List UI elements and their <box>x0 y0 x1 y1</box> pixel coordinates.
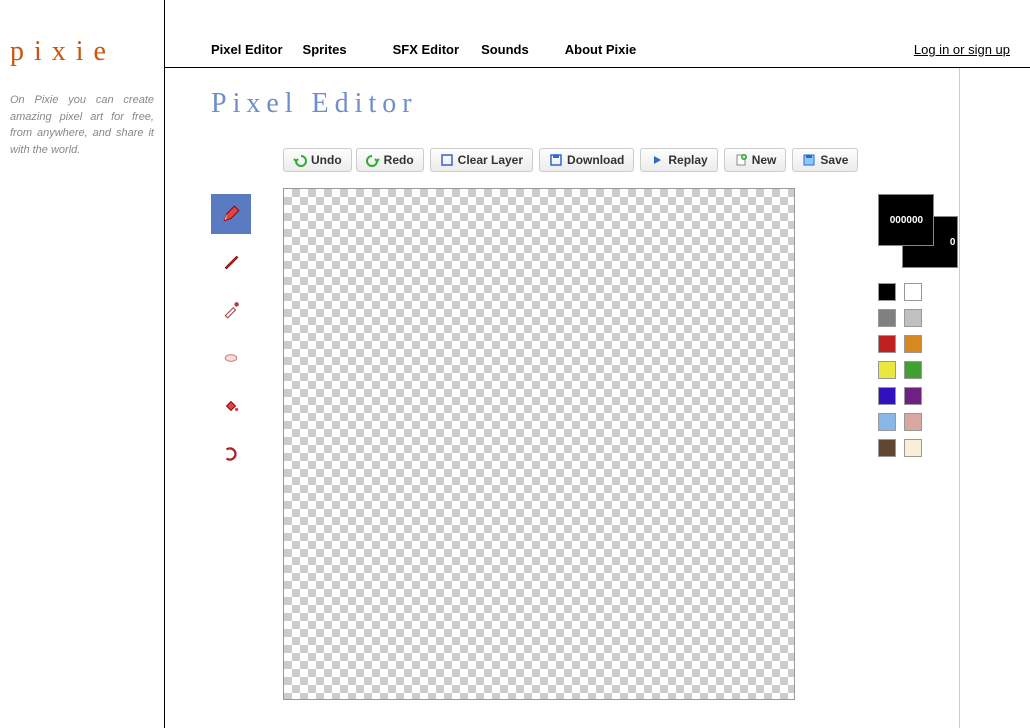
tool-dropper[interactable] <box>211 290 251 330</box>
login-link[interactable]: Log in or sign up <box>914 42 1010 57</box>
main-nav: Pixel Editor Sprites SFX Editor Sounds A… <box>211 42 636 57</box>
palette-color[interactable] <box>878 439 896 457</box>
replay-label: Replay <box>668 153 707 167</box>
tool-eraser[interactable] <box>211 338 251 378</box>
redo-icon <box>366 153 380 167</box>
clear-layer-button[interactable]: Clear Layer <box>430 148 533 172</box>
tool-brush[interactable] <box>211 242 251 282</box>
download-icon <box>549 153 563 167</box>
tool-palette <box>211 194 251 474</box>
redo-label: Redo <box>384 153 414 167</box>
tagline: On Pixie you can create amazing pixel ar… <box>10 92 154 158</box>
download-label: Download <box>567 153 624 167</box>
new-label: New <box>752 153 777 167</box>
pencil-icon <box>222 205 240 223</box>
palette-color[interactable] <box>878 361 896 379</box>
action-toolbar: Undo Redo Clear Layer <box>283 148 858 172</box>
primary-color-swatch[interactable]: 000000 <box>878 194 934 246</box>
palette-color[interactable] <box>904 413 922 431</box>
nav-sfx-editor[interactable]: SFX Editor <box>393 42 459 57</box>
palette-color[interactable] <box>904 309 922 327</box>
palette-color[interactable] <box>904 283 922 301</box>
nav-sprites[interactable]: Sprites <box>303 42 347 57</box>
clear-layer-label: Clear Layer <box>458 153 523 167</box>
download-button[interactable]: Download <box>539 148 634 172</box>
brush-icon <box>222 253 240 271</box>
palette-color[interactable] <box>878 387 896 405</box>
palette-color[interactable] <box>904 335 922 353</box>
fill-icon <box>222 397 240 415</box>
save-button[interactable]: Save <box>792 148 858 172</box>
redo-button[interactable]: Redo <box>356 148 424 172</box>
save-label: Save <box>820 153 848 167</box>
tool-pencil[interactable] <box>211 194 251 234</box>
logo: pixie <box>10 36 154 68</box>
undo-icon <box>293 153 307 167</box>
new-icon <box>734 153 748 167</box>
replay-button[interactable]: Replay <box>640 148 717 172</box>
color-palette <box>878 283 953 457</box>
clear-icon <box>440 153 454 167</box>
palette-color[interactable] <box>878 335 896 353</box>
pixel-canvas[interactable] <box>283 188 795 700</box>
nav-sounds[interactable]: Sounds <box>481 42 529 57</box>
nav-about[interactable]: About Pixie <box>565 42 637 57</box>
palette-color[interactable] <box>904 387 922 405</box>
nav-pixel-editor[interactable]: Pixel Editor <box>211 42 283 57</box>
palette-color[interactable] <box>878 309 896 327</box>
palette-color[interactable] <box>904 439 922 457</box>
save-icon <box>802 153 816 167</box>
play-icon <box>650 153 664 167</box>
color-preview[interactable]: 0 000000 <box>878 194 953 269</box>
new-button[interactable]: New <box>724 148 787 172</box>
undo-button[interactable]: Undo <box>283 148 352 172</box>
palette-color[interactable] <box>878 413 896 431</box>
dropper-icon <box>222 301 240 319</box>
select-icon <box>222 445 240 463</box>
tool-select[interactable] <box>211 434 251 474</box>
page-title: Pixel Editor <box>211 88 959 120</box>
undo-label: Undo <box>311 153 342 167</box>
palette-color[interactable] <box>904 361 922 379</box>
eraser-icon <box>222 349 240 367</box>
tool-fill[interactable] <box>211 386 251 426</box>
palette-color[interactable] <box>878 283 896 301</box>
